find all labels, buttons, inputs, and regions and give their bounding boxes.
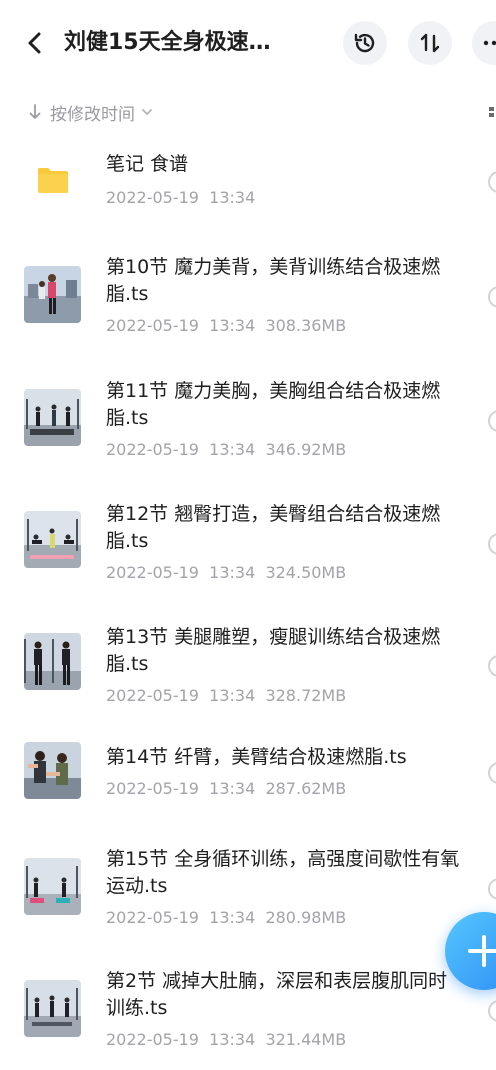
file-name: 第10节 魔力美背，美背训练结合极速燃脂.ts bbox=[106, 256, 441, 305]
select-checkbox[interactable] bbox=[488, 1000, 496, 1022]
sort-order-button[interactable] bbox=[408, 21, 452, 65]
sort-label: 按修改时间 bbox=[50, 104, 135, 125]
list-item[interactable]: 第15节 全身循环训练，高强度间歇性有氧运动.ts 2022-05-19 13:… bbox=[0, 846, 496, 946]
list-item[interactable]: 第11节 魔力美胸，美胸组合结合极速燃脂.ts 2022-05-19 13:34… bbox=[0, 374, 496, 474]
history-button[interactable] bbox=[343, 21, 387, 65]
select-checkbox[interactable] bbox=[488, 533, 496, 555]
file-name: 笔记 食谱 bbox=[106, 153, 189, 175]
history-icon bbox=[354, 33, 375, 53]
back-arrow-icon bbox=[28, 32, 41, 54]
list-item[interactable]: 第2节 减掉大肚腩，深层和表层腹肌同时训练.ts 2022-05-19 13:3… bbox=[0, 968, 496, 1068]
select-checkbox[interactable] bbox=[488, 655, 496, 677]
sort-arrows-icon bbox=[420, 33, 440, 53]
file-meta: 2022-05-19 13:34 308.36MB bbox=[106, 316, 347, 335]
more-button[interactable] bbox=[472, 21, 496, 65]
file-name: 第13节 美腿雕塑，瘦腿训练结合极速燃脂.ts bbox=[106, 626, 441, 675]
list-item[interactable]: 笔记 食谱 2022-05-19 13:34 bbox=[0, 145, 496, 225]
file-meta: 2022-05-19 13:34 346.92MB bbox=[106, 440, 347, 459]
video-thumbnail bbox=[24, 858, 81, 915]
top-bar: 刘健15天全身极速… bbox=[0, 0, 496, 88]
select-checkbox[interactable] bbox=[488, 410, 496, 432]
more-dots-icon bbox=[483, 40, 496, 46]
video-thumbnail bbox=[24, 980, 81, 1037]
file-meta: 2022-05-19 13:34 324.50MB bbox=[106, 563, 347, 582]
file-meta: 2022-05-19 13:34 bbox=[106, 188, 256, 207]
chevron-down-icon bbox=[142, 109, 152, 115]
sort-down-arrow-icon bbox=[29, 104, 41, 119]
folder-icon bbox=[38, 168, 68, 193]
list-item[interactable]: 第12节 翘臀打造，美臀组合结合极速燃脂.ts 2022-05-19 13:34… bbox=[0, 497, 496, 597]
page-title: 刘健15天全身极速… bbox=[64, 30, 271, 55]
file-browser-screen: 刘健15天全身极速… 按修改时间 笔记 食谱 2022-05-19 13:34 … bbox=[0, 0, 496, 1070]
file-name: 第12节 翘臀打造，美臀组合结合极速燃脂.ts bbox=[106, 503, 441, 552]
file-meta: 2022-05-19 13:34 287.62MB bbox=[106, 779, 347, 798]
file-name: 第11节 魔力美胸，美胸组合结合极速燃脂.ts bbox=[106, 380, 441, 429]
file-meta: 2022-05-19 13:34 328.72MB bbox=[106, 686, 347, 705]
file-meta: 2022-05-19 13:34 321.44MB bbox=[106, 1030, 347, 1049]
select-checkbox[interactable] bbox=[488, 286, 496, 308]
select-checkbox[interactable] bbox=[488, 762, 496, 784]
file-name: 第15节 全身循环训练，高强度间歇性有氧运动.ts bbox=[106, 848, 460, 897]
video-thumbnail bbox=[24, 266, 81, 323]
sort-selector[interactable]: 按修改时间 bbox=[28, 98, 153, 126]
file-name: 第14节 纤臂，美臂结合极速燃脂.ts bbox=[106, 746, 407, 768]
list-item[interactable]: 第14节 纤臂，美臂结合极速燃脂.ts 2022-05-19 13:34 287… bbox=[0, 742, 496, 812]
select-checkbox[interactable] bbox=[488, 171, 496, 193]
file-name: 第2节 减掉大肚腩，深层和表层腹肌同时训练.ts bbox=[106, 970, 448, 1019]
video-thumbnail bbox=[24, 633, 81, 690]
plus-icon bbox=[468, 935, 496, 967]
back-button[interactable] bbox=[18, 26, 52, 60]
select-checkbox[interactable] bbox=[488, 878, 496, 900]
video-thumbnail bbox=[24, 742, 81, 799]
video-thumbnail bbox=[24, 511, 81, 568]
list-item[interactable]: 第10节 魔力美背，美背训练结合极速燃脂.ts 2022-05-19 13:34… bbox=[0, 250, 496, 350]
view-mode-icon[interactable] bbox=[487, 106, 496, 119]
list-item[interactable]: 第13节 美腿雕塑，瘦腿训练结合极速燃脂.ts 2022-05-19 13:34… bbox=[0, 620, 496, 720]
file-meta: 2022-05-19 13:34 280.98MB bbox=[106, 908, 347, 927]
video-thumbnail bbox=[24, 389, 81, 446]
